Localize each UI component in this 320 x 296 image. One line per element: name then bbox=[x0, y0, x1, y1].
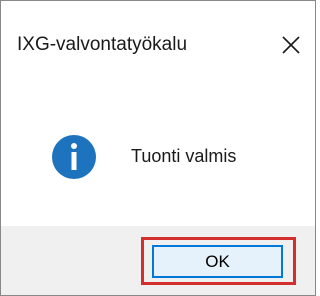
window-title: IXG-valvontatyökalu bbox=[17, 34, 188, 55]
close-button[interactable] bbox=[273, 27, 309, 63]
close-icon bbox=[282, 36, 300, 54]
title-bar[interactable]: IXG-valvontatyökalu bbox=[1, 1, 315, 91]
message-dialog: IXG-valvontatyökalu Tuonti valmis OK bbox=[0, 0, 316, 296]
ok-button[interactable]: OK bbox=[152, 245, 283, 278]
info-icon bbox=[52, 135, 96, 179]
dialog-footer: OK bbox=[1, 226, 315, 295]
dialog-content: Tuonti valmis bbox=[1, 91, 315, 226]
message-text: Tuonti valmis bbox=[131, 146, 237, 166]
